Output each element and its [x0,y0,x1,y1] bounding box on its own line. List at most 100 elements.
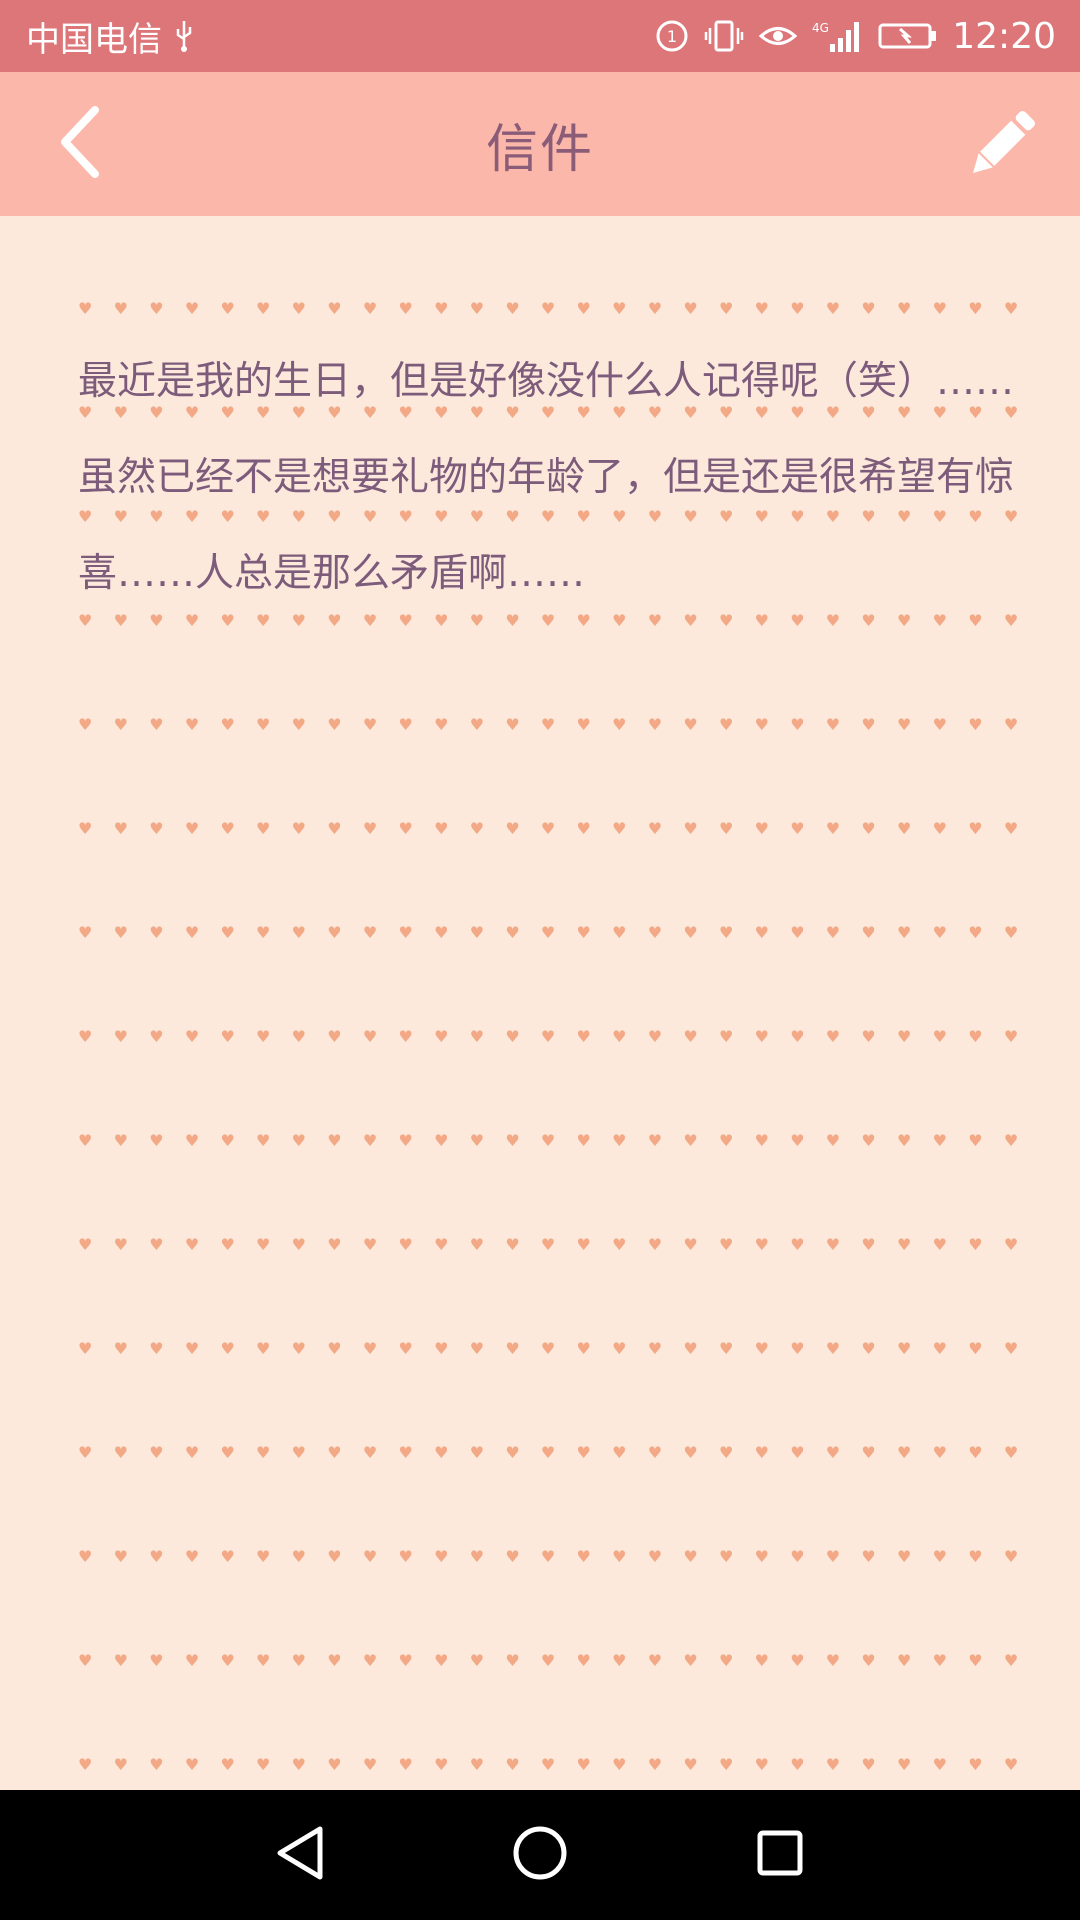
heart-dot-icon: ♥ [220,1755,235,1774]
heart-dot-icon: ♥ [932,1547,947,1566]
back-triangle-icon [272,1823,328,1887]
heart-dot-icon: ♥ [469,1547,485,1566]
heart-dot-icon: ♥ [149,1339,164,1358]
heart-dot-icon: ♥ [220,1651,235,1670]
heart-dot-icon: ♥ [469,819,485,838]
heart-dot-icon: ♥ [256,1547,271,1566]
heart-line: ♥ ♥ ♥ ♥ ♥ ♥ ♥ ♥ ♥ ♥ ♥ ♥ ♥ ♥ ♥ ♥ ♥ ♥ ♥ ♥ ♥ ♥ ♥ ♥ ♥ ♥ ♥ [78,1651,1019,1670]
heart-dot-icon: ♥ [256,1755,271,1774]
heart-line: ♥ ♥ ♥ ♥ ♥ ♥ ♥ ♥ ♥ ♥ ♥ ♥ ♥ ♥ ♥ ♥ ♥ ♥ ♥ ♥ ♥ ♥ ♥ ♥ ♥ ♥ ♥ [78,1235,1018,1254]
heart-dot-icon: ♥ [825,1547,841,1566]
heart-dot-icon: ♥ [434,1443,449,1462]
heart-dot-icon: ♥ [612,1235,627,1254]
heart-line: ♥ ♥ ♥ ♥ ♥ ♥ ♥ ♥ ♥ ♥ ♥ ♥ ♥ ♥ ♥ ♥ ♥ ♥ ♥ ♥ ♥ ♥ ♥ ♥ ♥ ♥ ♥ [78,715,1018,734]
heart-dot-icon: ♥ [861,1755,876,1774]
heart-dot-icon: ♥ [220,1027,235,1046]
heart-dot-icon: ♥ [149,1443,164,1462]
status-left: 中国电信 [26,12,196,61]
heart-dot-icon: ♥ [576,299,591,318]
chevron-left-icon [55,104,105,184]
heart-dot-icon: ♥ [861,1339,876,1358]
heart-dot-icon: ♥ [78,715,93,734]
heart-dot-icon: ♥ [576,819,591,838]
heart-line: ♥ ♥ ♥ ♥ ♥ ♥ ♥ ♥ ♥ ♥ ♥ ♥ ♥ ♥ ♥ ♥ ♥ ♥ ♥ ♥ ♥ ♥ ♥ ♥ ♥ ♥ ♥ [78,1339,1018,1358]
heart-dot-icon: ♥ [398,299,413,318]
heart-dot-icon: ♥ [576,1235,591,1254]
heart-dot-icon: ♥ [576,923,591,942]
heart-dot-icon: ♥ [540,1339,556,1358]
heart-dot-icon: ♥ [576,1755,591,1774]
heart-dot-icon: ♥ [683,1235,698,1254]
heart-dot-icon: ♥ [754,1235,769,1254]
back-button[interactable] [40,102,120,186]
clock: 12:20 [952,15,1056,57]
heart-dot-icon: ♥ [612,1027,627,1046]
heart-dot-icon: ♥ [683,1651,698,1670]
heart-dot-icon: ♥ [149,1235,164,1254]
heart-dot-icon: ♥ [434,299,449,318]
heart-dot-icon: ♥ [291,299,306,318]
heart-dot-icon: ♥ [897,1755,912,1774]
eye-comfort-icon [758,21,798,51]
heart-dot-icon: ♥ [327,1235,342,1254]
heart-dot-icon: ♥ [362,1235,378,1254]
heart-dot-icon: ♥ [398,1651,413,1670]
heart-dot-icon: ♥ [505,1547,520,1566]
heart-dot-icon: ♥ [149,923,164,942]
svg-text:4G: 4G [812,21,829,35]
heart-dot-icon: ♥ [790,715,805,734]
heart-dot-icon: ♥ [505,819,520,838]
heart-dot-icon: ♥ [932,1235,947,1254]
heart-dot-icon: ♥ [505,1131,520,1150]
heart-dot-icon: ♥ [78,819,93,838]
heart-dot-icon: ♥ [398,1755,413,1774]
nav-recents-button[interactable] [735,1810,825,1900]
heart-dot-icon: ♥ [825,1755,841,1774]
heart-dot-icon: ♥ [612,1339,627,1358]
heart-dot-icon: ♥ [612,819,627,838]
heart-dot-icon: ♥ [754,299,769,318]
heart-dot-icon: ♥ [398,923,413,942]
heart-dot-icon: ♥ [612,1131,627,1150]
heart-dot-icon: ♥ [291,1339,306,1358]
status-bar: 中国电信 1 4G 12:20 [0,0,1080,72]
heart-dot-icon: ♥ [113,1027,128,1046]
heart-dot-icon: ♥ [968,1651,983,1670]
heart-dot-icon: ♥ [434,819,449,838]
heart-dot-icon: ♥ [113,923,128,942]
heart-dot-icon: ♥ [540,1027,556,1046]
heart-dot-icon: ♥ [256,819,271,838]
nav-back-button[interactable] [255,1810,345,1900]
heart-dot-icon: ♥ [861,923,876,942]
heart-dot-icon: ♥ [754,1651,769,1670]
heart-dot-icon: ♥ [256,1027,271,1046]
heart-dot-icon: ♥ [540,715,556,734]
heart-dot-icon: ♥ [291,715,306,734]
heart-dot-icon: ♥ [790,1131,805,1150]
heart-dot-icon: ♥ [861,1235,876,1254]
edit-button[interactable] [958,102,1046,190]
heart-dot-icon: ♥ [149,715,164,734]
heart-dot-icon: ♥ [434,923,449,942]
heart-dot-icon: ♥ [1003,1651,1019,1670]
usb-icon [172,19,196,53]
heart-dot-icon: ♥ [113,715,128,734]
heart-dot-icon: ♥ [505,1755,520,1774]
heart-dot-icon: ♥ [434,1339,449,1358]
heart-dot-icon: ♥ [754,819,769,838]
heart-dot-icon: ♥ [184,1339,200,1358]
heart-dot-icon: ♥ [647,1755,663,1774]
heart-dot-icon: ♥ [932,1131,947,1150]
heart-dot-icon: ♥ [78,1339,93,1358]
heart-dot-icon: ♥ [184,1755,200,1774]
heart-dot-icon: ♥ [968,1755,983,1774]
heart-dot-icon: ♥ [932,1339,947,1358]
nav-home-button[interactable] [495,1810,585,1900]
heart-dot-icon: ♥ [1003,923,1019,942]
heart-dot-icon: ♥ [897,1339,912,1358]
svg-text:1: 1 [667,27,677,46]
heart-dot-icon: ♥ [469,1755,485,1774]
heart-dot-icon: ♥ [647,1235,663,1254]
heart-dot-icon: ♥ [469,1131,485,1150]
heart-dot-icon: ♥ [540,1235,556,1254]
